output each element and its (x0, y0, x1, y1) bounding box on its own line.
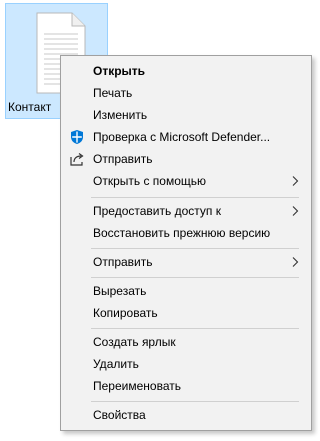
menu-item-label: Отправить (93, 152, 153, 166)
menu-item-open[interactable]: Открыть (63, 60, 309, 82)
desktop: Контакт Открыть Печать Изменить Проверка… (0, 0, 318, 441)
chevron-right-icon (292, 176, 299, 186)
menu-item-label: Изменить (93, 108, 148, 122)
menu-separator (91, 248, 299, 249)
menu-separator (91, 328, 299, 329)
menu-item-delete[interactable]: Удалить (63, 353, 309, 375)
menu-item-label: Удалить (93, 357, 139, 371)
defender-shield-icon (71, 130, 83, 144)
menu-item-label: Вырезать (93, 284, 147, 298)
menu-item-properties[interactable]: Свойства (63, 404, 309, 426)
menu-item-send-to[interactable]: Отправить (63, 251, 309, 273)
context-menu: Открыть Печать Изменить Проверка с Micro… (60, 55, 312, 431)
menu-item-label: Проверка с Microsoft Defender... (93, 130, 271, 144)
menu-item-label: Открыть (93, 64, 146, 78)
menu-separator (91, 197, 299, 198)
menu-item-label: Восстановить прежнюю версию (93, 226, 271, 240)
menu-item-label: Переименовать (93, 379, 181, 393)
menu-item-label: Печать (93, 86, 133, 100)
menu-separator (91, 401, 299, 402)
menu-item-label: Копировать (93, 306, 158, 320)
share-icon (70, 153, 84, 166)
menu-item-label: Свойства (93, 408, 146, 422)
menu-item-share[interactable]: Отправить (63, 148, 309, 170)
menu-item-restore-previous[interactable]: Восстановить прежнюю версию (63, 222, 309, 244)
menu-item-edit[interactable]: Изменить (63, 104, 309, 126)
menu-item-label: Открыть с помощью (93, 174, 207, 188)
chevron-right-icon (292, 257, 299, 267)
menu-item-create-shortcut[interactable]: Создать ярлык (63, 331, 309, 353)
menu-item-defender-scan[interactable]: Проверка с Microsoft Defender... (63, 126, 309, 148)
menu-item-label: Предоставить доступ к (93, 204, 221, 218)
menu-item-rename[interactable]: Переименовать (63, 375, 309, 397)
menu-item-print[interactable]: Печать (63, 82, 309, 104)
menu-item-cut[interactable]: Вырезать (63, 280, 309, 302)
menu-item-open-with[interactable]: Открыть с помощью (63, 170, 309, 192)
menu-item-label: Отправить (93, 255, 153, 269)
menu-item-give-access[interactable]: Предоставить доступ к (63, 200, 309, 222)
menu-item-label: Создать ярлык (93, 335, 176, 349)
menu-item-copy[interactable]: Копировать (63, 302, 309, 324)
chevron-right-icon (292, 206, 299, 216)
menu-separator (91, 277, 299, 278)
